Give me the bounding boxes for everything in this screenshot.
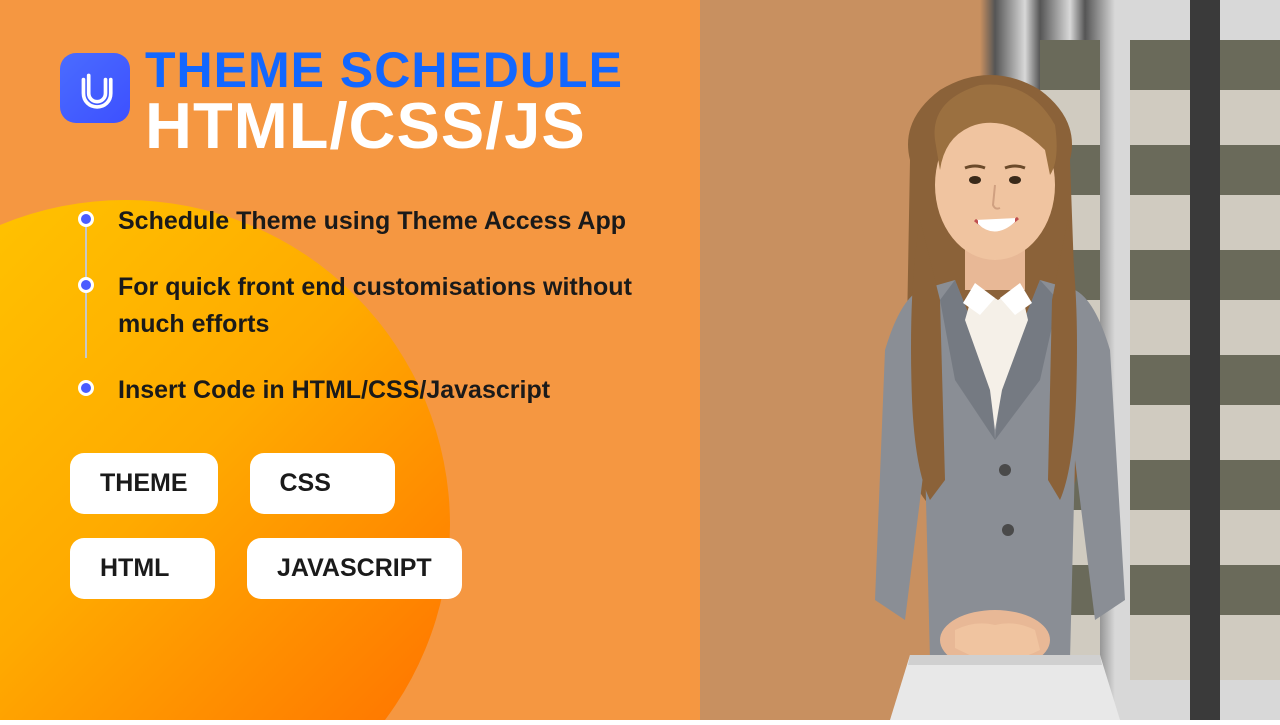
tag-javascript: JAVASCRIPT (247, 538, 462, 599)
left-panel: THEME SCHEDULE HTML/CSS/JS Schedule Them… (0, 0, 700, 720)
bullet-text: For quick front end customisations witho… (118, 269, 640, 342)
app-icon (60, 53, 130, 123)
bullet-text: Insert Code in HTML/CSS/Javascript (118, 372, 640, 408)
bullet-dot-icon (78, 277, 94, 293)
bullet-item: For quick front end customisations witho… (78, 269, 640, 342)
right-panel (700, 0, 1280, 720)
title-block: THEME SCHEDULE HTML/CSS/JS (145, 45, 623, 158)
tag-row: HTML JAVASCRIPT (70, 538, 640, 599)
bullet-text: Schedule Theme using Theme Access App (118, 203, 640, 239)
person-photo (780, 40, 1200, 720)
title-primary: THEME SCHEDULE (145, 45, 623, 95)
tag-css: CSS (250, 453, 395, 514)
header: THEME SCHEDULE HTML/CSS/JS (60, 45, 640, 158)
bullet-dot-icon (78, 211, 94, 227)
promo-banner: THEME SCHEDULE HTML/CSS/JS Schedule Them… (0, 0, 1280, 720)
content-area: THEME SCHEDULE HTML/CSS/JS Schedule Them… (0, 0, 700, 668)
bullet-list: Schedule Theme using Theme Access App Fo… (78, 203, 640, 408)
tag-row: THEME CSS (70, 453, 640, 514)
bullet-item: Schedule Theme using Theme Access App (78, 203, 640, 239)
tag-html: HTML (70, 538, 215, 599)
tag-theme: THEME (70, 453, 218, 514)
title-secondary: HTML/CSS/JS (145, 93, 623, 158)
tags-grid: THEME CSS HTML JAVASCRIPT (70, 453, 640, 599)
bullet-item: Insert Code in HTML/CSS/Javascript (78, 372, 640, 408)
bullet-dot-icon (78, 380, 94, 396)
